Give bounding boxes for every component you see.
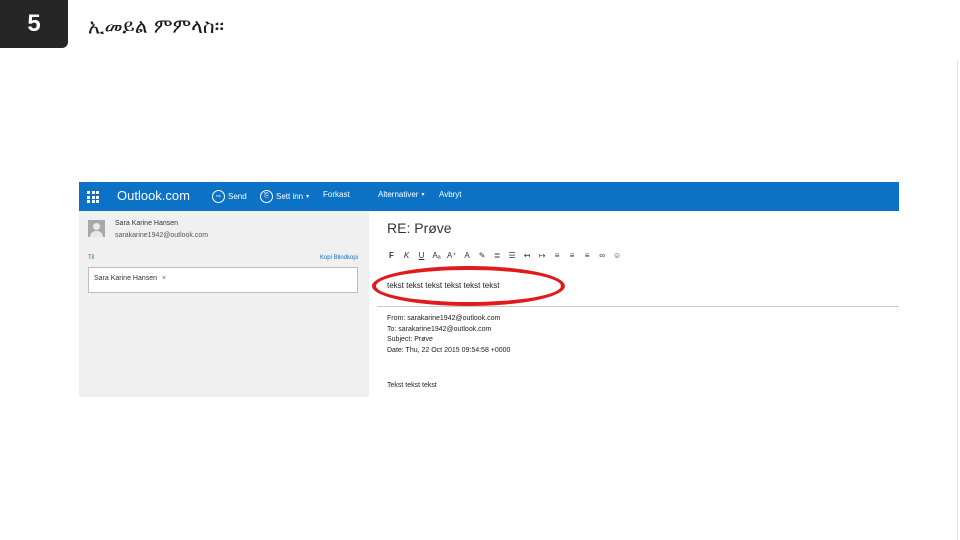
grow-font-button[interactable]: A⁺ xyxy=(447,251,457,260)
link-icon[interactable]: ∞ xyxy=(598,251,607,260)
font-size-button[interactable]: Aₐ xyxy=(432,251,441,260)
remove-recipient-icon[interactable]: × xyxy=(162,275,166,282)
quoted-header: From: sarakarine1942@outlook.com To: sar… xyxy=(387,314,510,356)
chevron-down-icon: ▾ xyxy=(306,194,310,200)
cc-bcc-links[interactable]: Kopi Blindkopi xyxy=(320,255,358,261)
outlook-top-bar: Outlook.com ⇨ Send ⎘ Sett inn ▾ Forkast … xyxy=(79,182,899,211)
options-label: Alternativer xyxy=(378,190,419,199)
align-right-icon[interactable]: ≡ xyxy=(583,251,592,260)
insert-button[interactable]: ⎘ Sett inn ▾ xyxy=(260,190,309,203)
send-label: Send xyxy=(228,192,247,201)
app-launcher-icon[interactable] xyxy=(87,191,99,203)
sender-name: Sara Karine Hansen xyxy=(115,220,179,227)
send-icon: ⇨ xyxy=(212,190,225,203)
quoted-subject: Subject: Prøve xyxy=(387,336,433,343)
discard-label: Forkast xyxy=(323,190,350,199)
cancel-button[interactable]: Avbryt xyxy=(439,190,462,199)
reply-divider xyxy=(377,306,899,307)
emoji-icon[interactable]: ☺ xyxy=(613,251,622,260)
recipients-pane: Sara Karine Hansen sarakarine1942@outloo… xyxy=(79,211,369,397)
slide-edge-divider xyxy=(957,60,958,540)
insert-label: Sett inn xyxy=(276,192,304,201)
bold-button[interactable]: F xyxy=(387,251,396,260)
avatar xyxy=(88,220,105,237)
bullet-list-icon[interactable]: ☰ xyxy=(508,251,517,260)
quoted-body: Tekst tekst tekst xyxy=(387,382,437,389)
options-button[interactable]: Alternativer ▾ xyxy=(378,190,424,199)
sender-email: sarakarine1942@outlook.com xyxy=(115,232,209,239)
subject-field[interactable]: RE: Prøve xyxy=(387,220,452,236)
cancel-label: Avbryt xyxy=(439,190,462,199)
formatting-toolbar: F K U Aₐ A⁺ A ✎ ≣ ☰ ↤ ↦ ≡ ≡ ≡ ∞ ☺ xyxy=(387,251,622,260)
discard-button[interactable]: Forkast xyxy=(323,190,350,199)
chevron-down-icon: ▾ xyxy=(421,192,425,198)
quoted-to: To: sarakarine1942@outlook.com xyxy=(387,325,492,333)
highlight-ellipse xyxy=(372,266,565,306)
italic-button[interactable]: K xyxy=(402,251,411,260)
to-field[interactable]: Sara Karine Hansen × xyxy=(88,267,358,293)
numbered-list-icon[interactable]: ≣ xyxy=(493,251,502,260)
highlight-icon[interactable]: ✎ xyxy=(478,251,487,260)
underline-button[interactable]: U xyxy=(417,251,426,260)
decrease-indent-icon[interactable]: ↤ xyxy=(523,251,532,260)
attach-icon: ⎘ xyxy=(260,190,273,203)
align-left-icon[interactable]: ≡ xyxy=(553,251,562,260)
font-color-button[interactable]: A xyxy=(463,251,472,260)
to-label[interactable]: Til xyxy=(88,255,94,261)
quoted-date: Date: Thu, 22 Oct 2015 09:54:58 +0000 xyxy=(387,346,511,354)
align-center-icon[interactable]: ≡ xyxy=(568,251,577,260)
outlook-brand[interactable]: Outlook.com xyxy=(117,188,190,203)
recipient-chip-label: Sara Karine Hansen xyxy=(94,275,158,282)
send-button[interactable]: ⇨ Send xyxy=(212,190,247,203)
increase-indent-icon[interactable]: ↦ xyxy=(538,251,547,260)
slide-title: ኢመይል ምምላስ፡፡ xyxy=(88,14,225,38)
recipient-chip[interactable]: Sara Karine Hansen × xyxy=(94,275,166,282)
quoted-from: From: sarakarine1942@outlook.com xyxy=(387,315,501,322)
step-number-badge: 5 xyxy=(0,0,68,48)
